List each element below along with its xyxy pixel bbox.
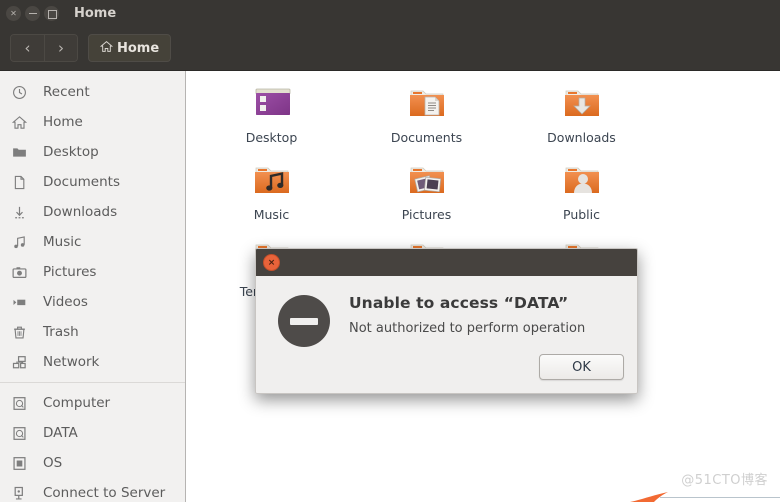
sidebar-item-label: Music xyxy=(43,234,82,250)
pictures-folder-icon xyxy=(403,159,451,203)
sidebar-item-label: Network xyxy=(43,354,100,370)
sidebar-item-videos[interactable]: Videos xyxy=(0,287,185,317)
disk-icon xyxy=(12,456,34,471)
bottom-rule xyxy=(660,497,780,498)
window-title: Home xyxy=(74,5,117,21)
file-item-label: Pictures xyxy=(401,207,452,222)
drive-icon xyxy=(12,396,34,411)
dialog-heading: Unable to access “DATA” xyxy=(349,294,569,312)
title-bar: ✕ Home xyxy=(0,0,780,26)
sidebar-item-label: Computer xyxy=(43,395,111,411)
sidebar-item-label: Recent xyxy=(43,84,90,100)
sidebar-item-data[interactable]: DATA xyxy=(0,418,185,448)
file-item-downloads[interactable]: Downloads xyxy=(504,77,659,154)
sidebar-item-os[interactable]: OS xyxy=(0,448,185,478)
arrow-marker-icon xyxy=(628,488,672,502)
music-note-icon xyxy=(12,235,34,250)
downloads-folder-icon xyxy=(558,82,606,126)
dialog-message: Not authorized to perform operation xyxy=(349,321,586,336)
public-folder-icon xyxy=(558,159,606,203)
sidebar-item-label: Downloads xyxy=(43,204,118,220)
sidebar-item-label: OS xyxy=(43,455,63,471)
file-item-label: Desktop xyxy=(245,130,298,145)
sidebar-item-label: Videos xyxy=(43,294,88,310)
navigation-buttons: ‹ › xyxy=(10,34,78,62)
sidebar-item-trash[interactable]: Trash xyxy=(0,317,185,347)
sidebar-item-label: Home xyxy=(43,114,83,130)
desktop-folder-icon xyxy=(248,82,296,126)
forward-button[interactable]: › xyxy=(44,35,77,61)
drive-icon xyxy=(12,426,34,441)
file-item-label: Downloads xyxy=(547,130,616,145)
sidebar-item-label: Connect to Server xyxy=(43,485,166,501)
file-item-music[interactable]: Music xyxy=(194,154,349,231)
sidebar-item-label: Desktop xyxy=(43,144,99,160)
error-dialog: × Unable to access “DATA” Not authorized… xyxy=(255,248,638,394)
sidebar: Recent Home Desktop Documents Downloads … xyxy=(0,71,186,502)
dialog-actions: OK xyxy=(539,354,624,380)
sidebar-item-label: Trash xyxy=(43,324,79,340)
sidebar-divider xyxy=(0,382,185,383)
sidebar-item-label: DATA xyxy=(43,425,78,441)
sidebar-item-pictures[interactable]: Pictures xyxy=(0,257,185,287)
dialog-title-bar: × xyxy=(256,249,637,276)
server-icon xyxy=(12,486,34,501)
breadcrumb-home[interactable]: Home xyxy=(88,34,172,62)
breadcrumb-label: Home xyxy=(117,40,160,56)
file-item-documents[interactable]: Documents xyxy=(349,77,504,154)
window-controls: ✕ xyxy=(0,5,59,21)
sidebar-item-label: Documents xyxy=(43,174,120,190)
home-icon xyxy=(99,40,114,56)
close-icon[interactable]: × xyxy=(263,254,280,271)
error-icon xyxy=(278,295,330,347)
dialog-text: Unable to access “DATA” Not authorized t… xyxy=(349,292,585,347)
dialog-body: Unable to access “DATA” Not authorized t… xyxy=(256,276,637,347)
folder-icon xyxy=(12,145,34,160)
sidebar-item-computer[interactable]: Computer xyxy=(0,388,185,418)
sidebar-item-recent[interactable]: Recent xyxy=(0,77,185,107)
back-button[interactable]: ‹ xyxy=(11,35,44,61)
minimize-icon[interactable] xyxy=(25,5,40,21)
clock-icon xyxy=(12,85,34,100)
home-icon xyxy=(12,115,34,130)
music-folder-icon xyxy=(248,159,296,203)
sidebar-item-desktop[interactable]: Desktop xyxy=(0,137,185,167)
sidebar-item-label: Pictures xyxy=(43,264,97,280)
sidebar-item-documents[interactable]: Documents xyxy=(0,167,185,197)
file-manager-window: ✕ Home ‹ › Home Recent Home Desktop Docu… xyxy=(0,0,780,502)
close-icon[interactable]: ✕ xyxy=(6,5,21,21)
watermark-text: @51CTO博客 xyxy=(681,473,768,488)
sidebar-item-network[interactable]: Network xyxy=(0,347,185,377)
ok-button[interactable]: OK xyxy=(539,354,624,380)
file-item-label: Documents xyxy=(390,130,463,145)
documents-folder-icon xyxy=(403,82,451,126)
file-item-label: Public xyxy=(563,207,600,222)
sidebar-item-connect-to-server[interactable]: Connect to Server xyxy=(0,478,185,502)
camera-icon xyxy=(12,265,34,280)
download-icon xyxy=(12,205,34,220)
sidebar-item-music[interactable]: Music xyxy=(0,227,185,257)
video-icon xyxy=(12,295,34,310)
file-item-public[interactable]: Public xyxy=(504,154,659,231)
maximize-icon[interactable] xyxy=(44,5,59,21)
network-icon xyxy=(12,355,34,370)
trash-icon xyxy=(12,325,34,340)
file-item-desktop[interactable]: Desktop xyxy=(194,77,349,154)
sidebar-item-home[interactable]: Home xyxy=(0,107,185,137)
file-item-label: Music xyxy=(253,207,290,222)
sidebar-item-downloads[interactable]: Downloads xyxy=(0,197,185,227)
file-item-pictures[interactable]: Pictures xyxy=(349,154,504,231)
toolbar: ‹ › Home xyxy=(0,26,780,71)
document-icon xyxy=(12,175,34,190)
